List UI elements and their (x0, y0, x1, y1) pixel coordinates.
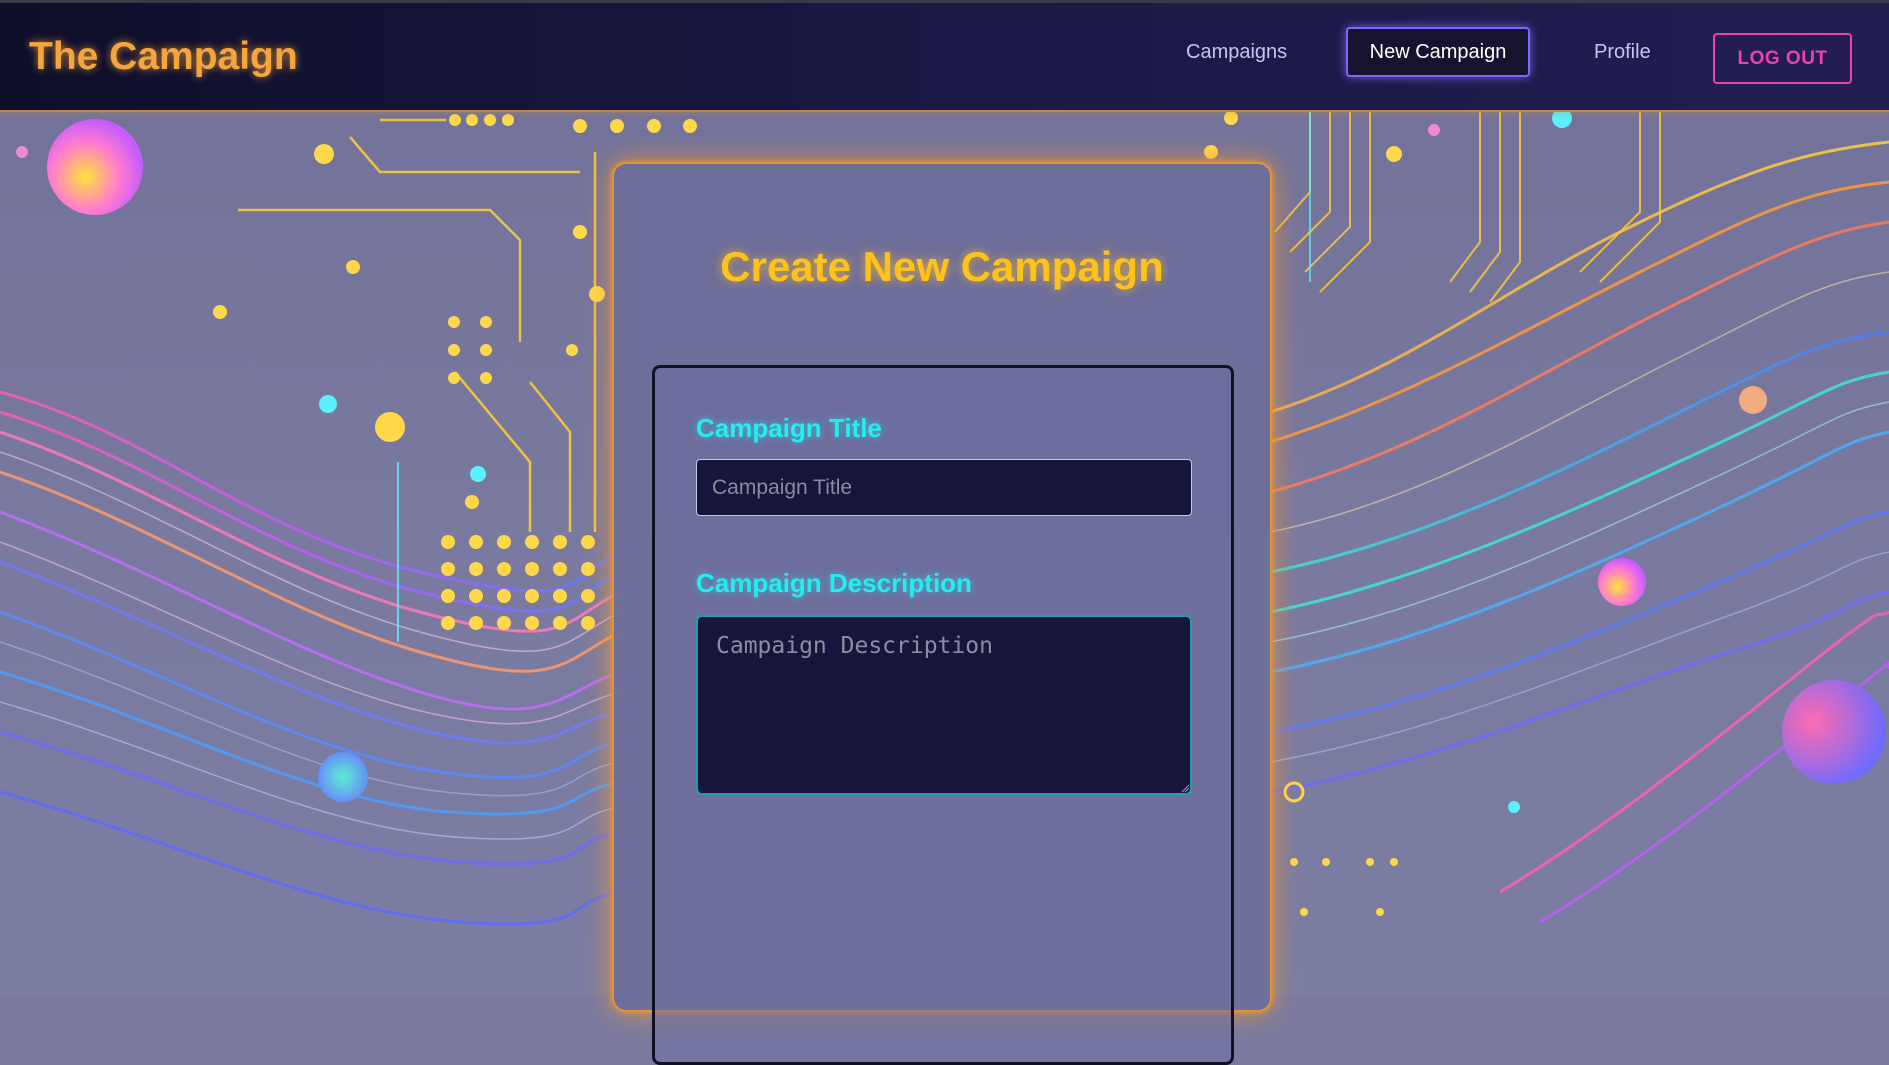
resize-handle-icon[interactable] (1180, 783, 1190, 793)
page-title: Create New Campaign (720, 243, 1164, 290)
campaign-title-label: Campaign Title (696, 413, 882, 443)
brand-logo[interactable]: The Campaign (29, 35, 298, 79)
campaign-title-input[interactable] (696, 459, 1192, 516)
campaign-description-label: Campaign Description (696, 568, 972, 598)
create-campaign-card: Create New Campaign Campaign Title Campa… (612, 162, 1272, 1065)
campaign-form: Campaign Title Campaign Description (652, 365, 1234, 1065)
nav-new-campaign-button[interactable]: New Campaign (1346, 27, 1530, 77)
logout-button[interactable]: LOG OUT (1713, 33, 1852, 84)
campaign-description-textarea[interactable] (696, 615, 1192, 795)
orb-top-left (47, 119, 143, 215)
top-navbar: The Campaign Campaigns New Campaign Prof… (0, 0, 1889, 112)
nav-new-campaign-label: New Campaign (1369, 40, 1507, 63)
nav-campaigns-link[interactable]: Campaigns (1186, 41, 1287, 64)
nav-profile-link[interactable]: Profile (1594, 41, 1651, 64)
